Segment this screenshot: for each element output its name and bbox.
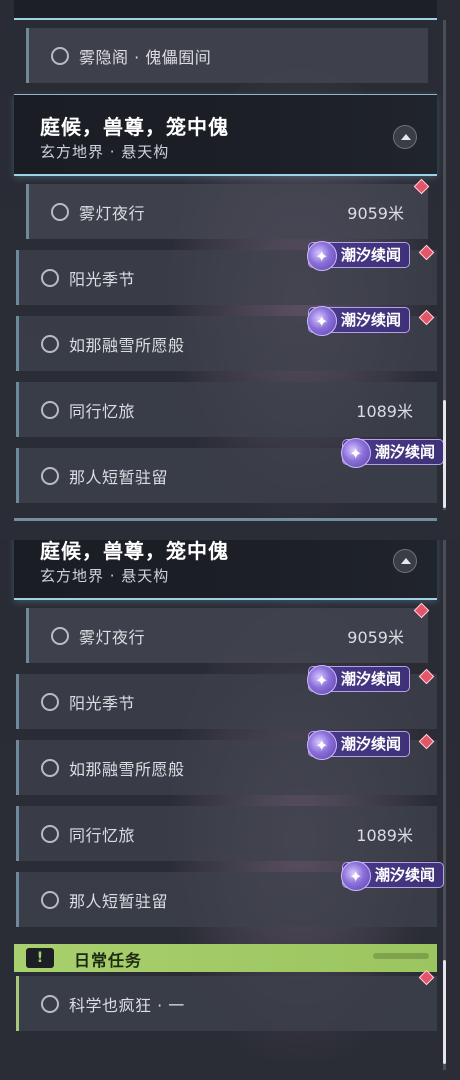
tidal-star-icon bbox=[341, 861, 371, 891]
circle-icon bbox=[41, 994, 59, 1013]
daily-quest-item-1[interactable]: 科学也疯狂 · 一 bbox=[16, 976, 437, 1031]
circle-icon bbox=[41, 758, 59, 777]
daily-quest-title: 日常任务 bbox=[74, 951, 143, 970]
group-title: 庭候，兽尊，笼中傀 bbox=[40, 115, 229, 139]
badge-label: 潮汐续闻 bbox=[341, 311, 402, 329]
group-title: 庭候，兽尊，笼中傀 bbox=[40, 540, 229, 563]
tidal-badge: 潮汐续闻 bbox=[307, 241, 411, 271]
quest-distance: 9059米 bbox=[347, 627, 404, 647]
quest-item-1[interactable]: 雾灯夜行 9059米 bbox=[26, 184, 428, 239]
tidal-star-icon bbox=[307, 306, 337, 336]
daily-header-decoration bbox=[373, 953, 429, 959]
quest-distance: 1089米 bbox=[356, 401, 413, 421]
chevron-up-icon[interactable] bbox=[393, 549, 417, 573]
badge-label: 潮汐续闻 bbox=[375, 443, 436, 461]
tidal-star-icon bbox=[307, 241, 337, 271]
tidal-badge: 潮汐续闻 bbox=[307, 730, 411, 760]
tidal-badge: 潮汐续闻 bbox=[341, 861, 445, 891]
quest-label: 那人短暂驻留 bbox=[69, 467, 169, 487]
circle-icon bbox=[41, 824, 59, 843]
quest-distance: 1089米 bbox=[356, 825, 413, 845]
tidal-badge: 潮汐续闻 bbox=[341, 438, 445, 468]
quest-group-header[interactable]: 庭候，兽尊，笼中傀 玄方地界 · 悬天构 bbox=[14, 540, 437, 600]
group-subtitle: 玄方地界 · 悬天构 bbox=[40, 567, 170, 585]
quest-label: 那人短暂驻留 bbox=[69, 891, 169, 911]
circle-icon bbox=[41, 268, 59, 287]
quest-item-4[interactable]: 同行忆旅 1089米 bbox=[16, 382, 437, 437]
badge-label: 潮汐续闻 bbox=[341, 735, 402, 753]
quest-label: 雾灯夜行 bbox=[79, 203, 146, 223]
circle-icon bbox=[41, 334, 59, 353]
tidal-star-icon bbox=[307, 730, 337, 760]
quest-panel-bottom: 庭候，兽尊，笼中傀 玄方地界 · 悬天构 雾灯夜行 9059米 阳光季节 潮汐续… bbox=[0, 540, 460, 1080]
quest-label: 如那融雪所愿般 bbox=[69, 335, 185, 355]
quest-panel-top: 雾隐阁 · 傀儡囿间 庭候，兽尊，笼中傀 玄方地界 · 悬天构 雾灯夜行 905… bbox=[0, 0, 460, 540]
next-group-edge bbox=[14, 518, 437, 521]
badge-label: 潮汐续闻 bbox=[341, 670, 402, 688]
quest-item-1[interactable]: 雾灯夜行 9059米 bbox=[26, 608, 428, 663]
tidal-star-icon bbox=[307, 665, 337, 695]
group-subtitle: 玄方地界 · 悬天构 bbox=[40, 143, 170, 161]
quest-label: 科学也疯狂 · 一 bbox=[69, 995, 185, 1015]
circle-icon bbox=[51, 202, 69, 221]
circle-icon bbox=[41, 400, 59, 419]
tidal-star-icon bbox=[341, 438, 371, 468]
quest-label: 同行忆旅 bbox=[69, 825, 136, 845]
scrollbar-thumb[interactable] bbox=[443, 400, 446, 508]
chevron-up-icon[interactable] bbox=[393, 125, 417, 149]
quest-label: 雾隐阁 · 傀儡囿间 bbox=[79, 47, 212, 67]
daily-quest-header[interactable]: ! 日常任务 bbox=[14, 944, 437, 972]
exclamation-icon: ! bbox=[26, 948, 54, 968]
quest-item-previous[interactable]: 雾隐阁 · 傀儡囿间 bbox=[26, 28, 428, 83]
circle-icon bbox=[51, 46, 69, 65]
quest-group-header[interactable]: 庭候，兽尊，笼中傀 玄方地界 · 悬天构 bbox=[14, 94, 437, 176]
badge-label: 潮汐续闻 bbox=[375, 866, 436, 884]
quest-label: 阳光季节 bbox=[69, 269, 136, 289]
tidal-badge: 潮汐续闻 bbox=[307, 306, 411, 336]
circle-icon bbox=[41, 890, 59, 909]
quest-label: 雾灯夜行 bbox=[79, 627, 146, 647]
previous-group-edge bbox=[14, 0, 437, 20]
quest-label: 阳光季节 bbox=[69, 693, 136, 713]
quest-distance: 9059米 bbox=[347, 203, 404, 223]
circle-icon bbox=[41, 692, 59, 711]
circle-icon bbox=[41, 466, 59, 485]
badge-label: 潮汐续闻 bbox=[341, 246, 402, 264]
scrollbar-thumb[interactable] bbox=[443, 960, 446, 1064]
quest-label: 同行忆旅 bbox=[69, 401, 136, 421]
quest-item-4[interactable]: 同行忆旅 1089米 bbox=[16, 806, 437, 861]
circle-icon bbox=[51, 626, 69, 645]
tidal-badge: 潮汐续闻 bbox=[307, 665, 411, 695]
quest-label: 如那融雪所愿般 bbox=[69, 759, 185, 779]
